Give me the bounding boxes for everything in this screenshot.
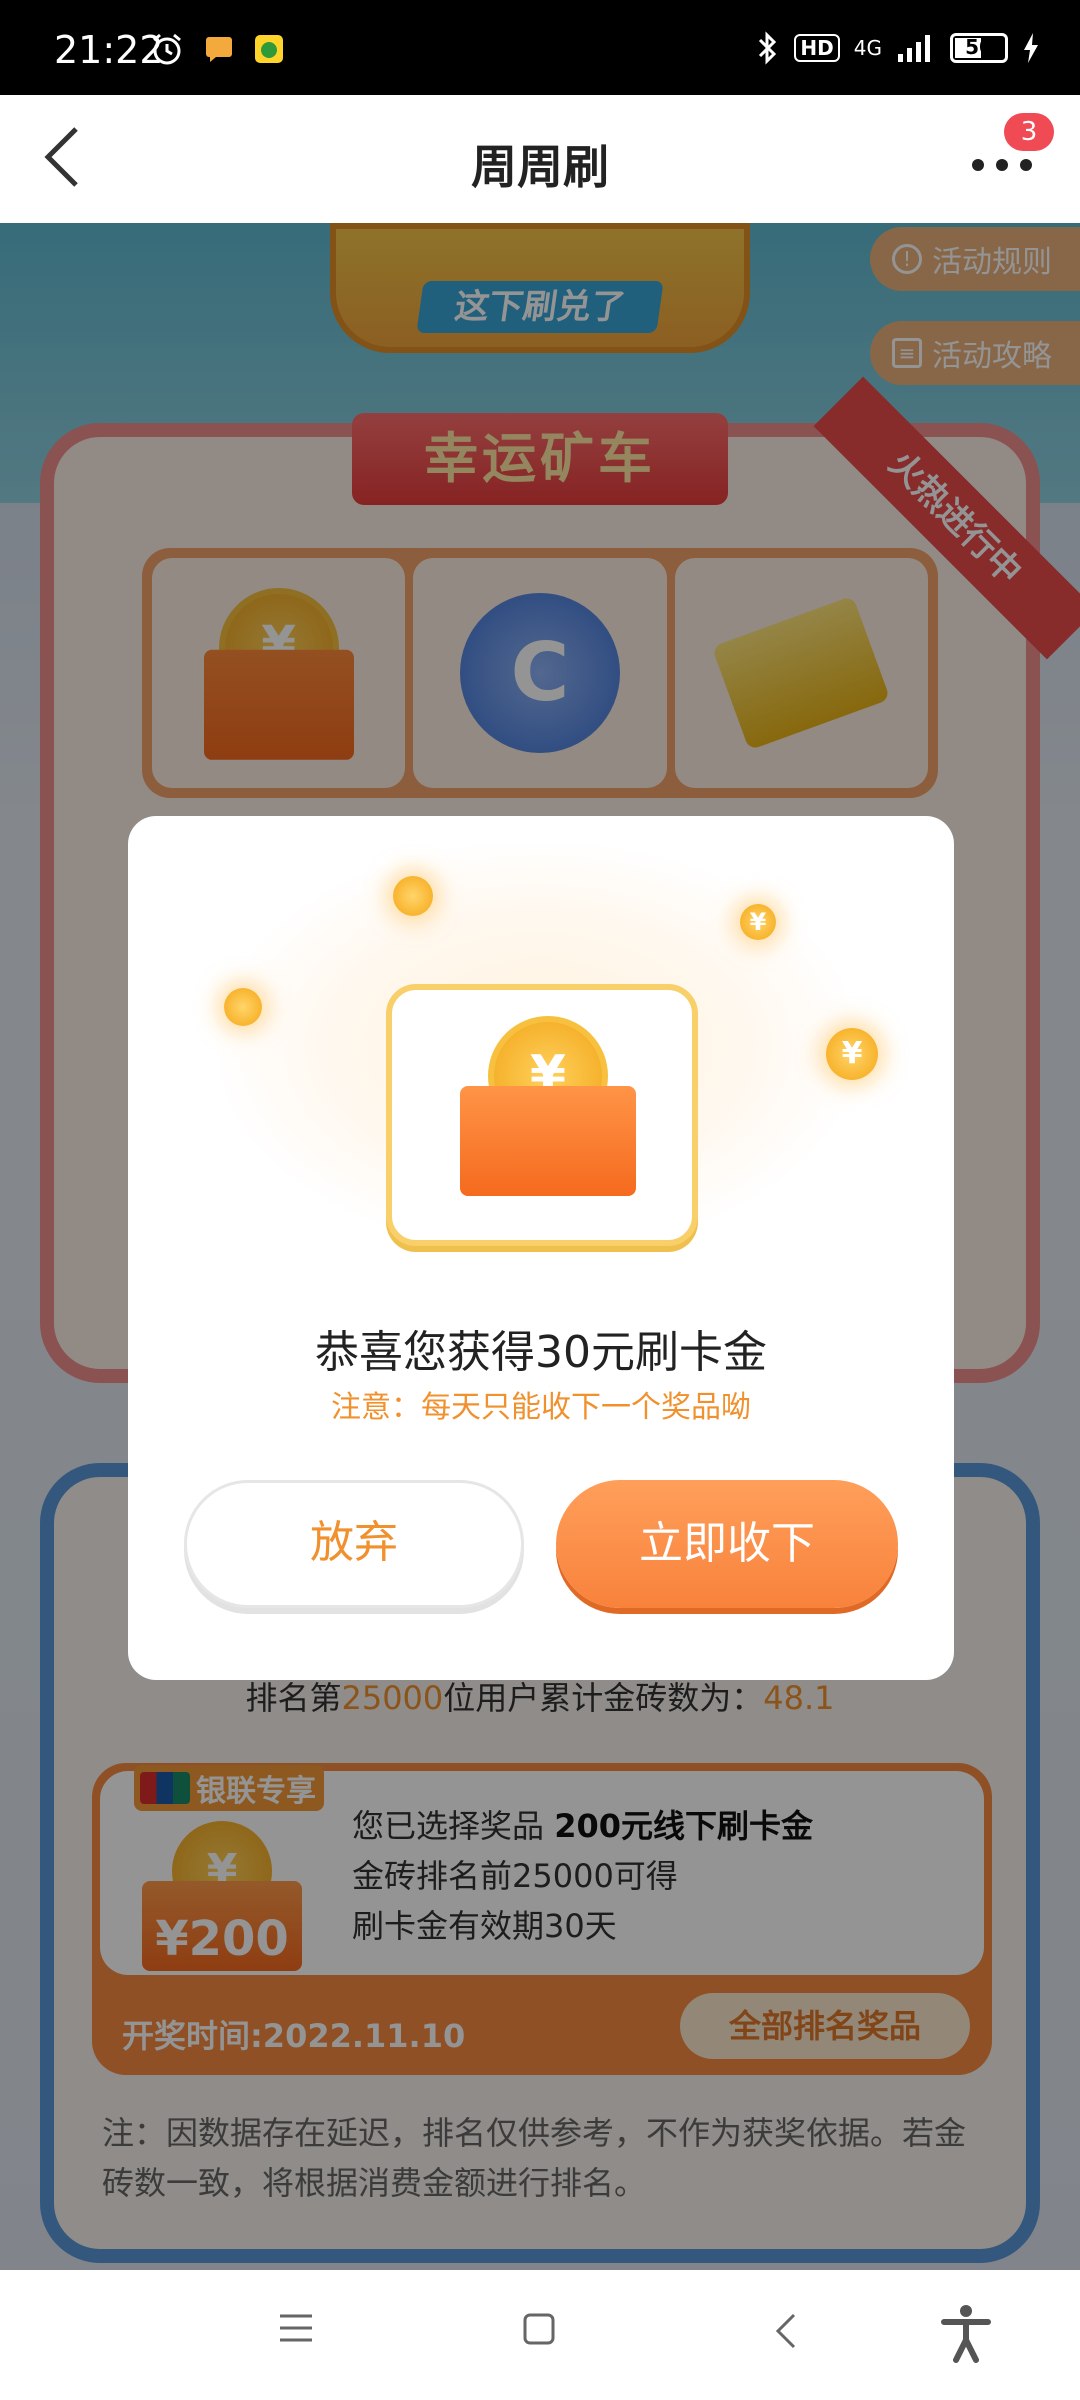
nav-menu-button[interactable] xyxy=(278,2312,338,2362)
give-up-button[interactable]: 放弃 xyxy=(184,1480,524,1608)
more-icon xyxy=(972,159,1032,171)
accessibility-icon xyxy=(941,2305,991,2363)
battery-level: 50 xyxy=(965,35,993,59)
signal-label: 4G xyxy=(853,36,882,60)
menu-icon xyxy=(280,2314,312,2342)
dialog-note: 注意：每天只能收下一个奖品呦 xyxy=(331,1390,751,1425)
nav-back-button[interactable] xyxy=(774,2312,834,2362)
flying-coin-icon: ¥ xyxy=(826,1028,878,1080)
dialog-prize-tile: ¥ xyxy=(386,984,698,1246)
status-icons-left xyxy=(150,32,284,66)
app-icon xyxy=(255,35,283,63)
battery-icon: 50 xyxy=(950,33,1008,63)
bluetooth-icon xyxy=(759,31,777,65)
flying-coin-icon: ¥ xyxy=(740,904,776,940)
flying-coin-icon xyxy=(393,876,433,916)
more-menu-button[interactable]: 3 xyxy=(970,113,1054,193)
prize-dialog: ¥ ¥ ¥ 恭喜您获得30元刷卡金 注意：每天只能收下一个奖品呦 放弃 立即收下 xyxy=(128,816,954,1680)
system-nav-bar xyxy=(0,2270,1080,2400)
page-title: 周周刷 xyxy=(471,140,609,194)
status-time: 21:22 xyxy=(54,28,164,72)
flying-coin-icon xyxy=(224,988,262,1026)
gift-box-icon xyxy=(460,1086,636,1196)
back-triangle-icon xyxy=(775,2313,796,2349)
status-icons-right: HD 4G 50 xyxy=(756,30,1040,66)
accept-now-button[interactable]: 立即收下 xyxy=(556,1480,898,1608)
nav-home-button[interactable] xyxy=(522,2312,582,2362)
signal-icon xyxy=(898,35,930,62)
hd-icon: HD xyxy=(794,34,840,62)
home-square-icon xyxy=(523,2313,555,2345)
charging-icon xyxy=(1024,33,1038,63)
status-bar: 21:22 HD 4G 50 xyxy=(0,0,1080,95)
title-bar: 周周刷 3 xyxy=(0,95,1080,223)
message-icon xyxy=(206,37,232,62)
notification-badge: 3 xyxy=(1004,113,1054,151)
accessibility-button[interactable] xyxy=(940,2304,1000,2363)
dialog-title: 恭喜您获得30元刷卡金 xyxy=(315,1327,767,1378)
alarm-icon xyxy=(153,33,181,65)
